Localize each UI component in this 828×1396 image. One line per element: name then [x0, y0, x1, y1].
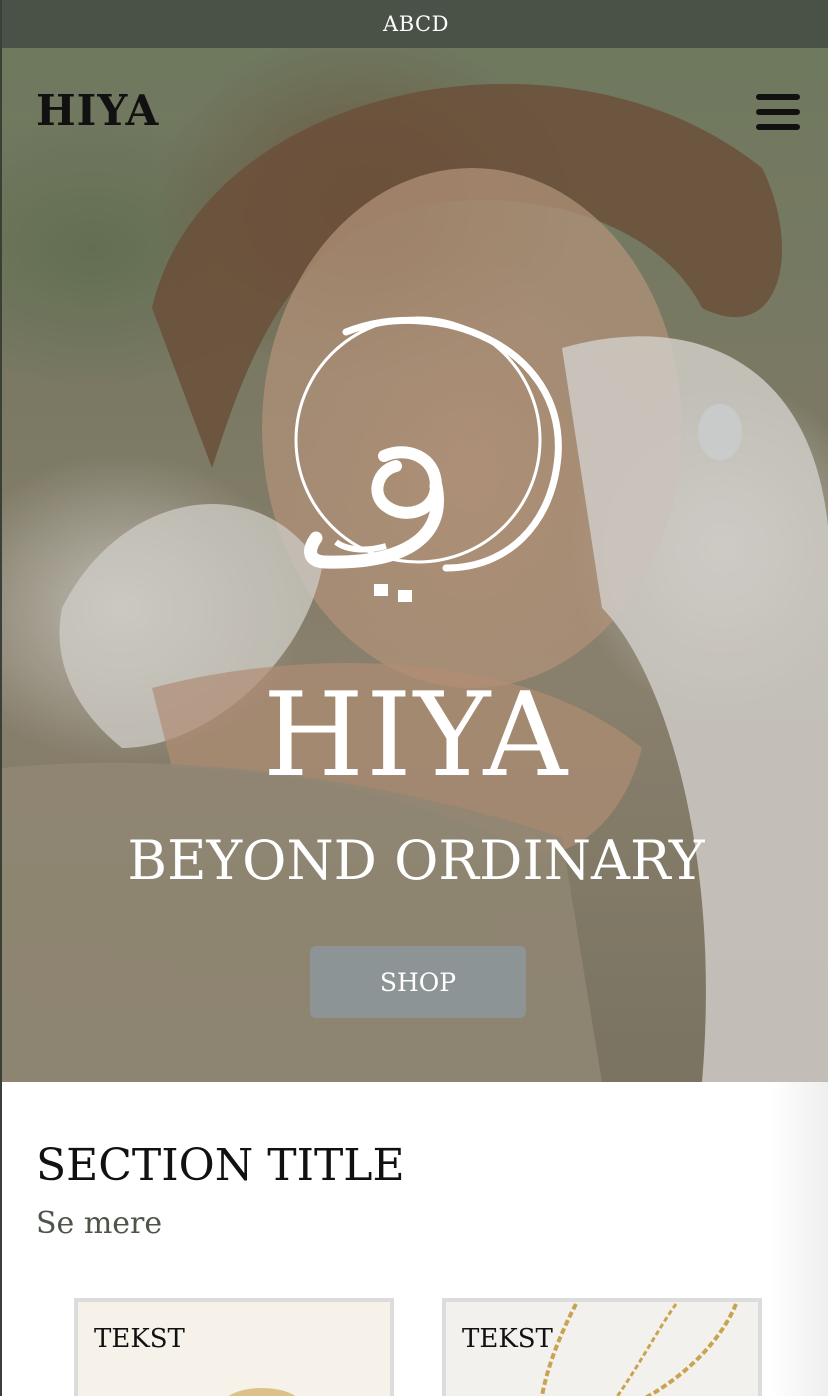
announcement-bar: ABCD: [2, 0, 828, 48]
hero-subtitle: BEYOND ORDINARY: [127, 829, 705, 892]
card-label: TEKST: [462, 1324, 553, 1354]
header-logo[interactable]: HIYA: [36, 86, 159, 135]
product-card[interactable]: TEKST: [74, 1298, 394, 1396]
section-edge-fade: [770, 1082, 828, 1396]
card-label: TEKST: [94, 1324, 185, 1354]
hero-title: HIYA: [262, 668, 570, 803]
hero-banner: HIYA HIYA BEYOND ORDINARY SHOP: [2, 48, 828, 1082]
announcement-text: ABCD: [383, 12, 449, 36]
hamburger-menu-icon[interactable]: [756, 92, 800, 132]
page: ABCD HIYA HIYA BEYOND ORDINARY SHOP SECT…: [0, 0, 828, 1396]
see-more-link[interactable]: Se mere: [36, 1206, 162, 1241]
hiya-calligraphy-logo-icon: [294, 316, 562, 602]
product-card[interactable]: TEKST: [442, 1298, 762, 1396]
shop-button[interactable]: SHOP: [310, 946, 526, 1018]
section-title: SECTION TITLE: [36, 1140, 405, 1191]
